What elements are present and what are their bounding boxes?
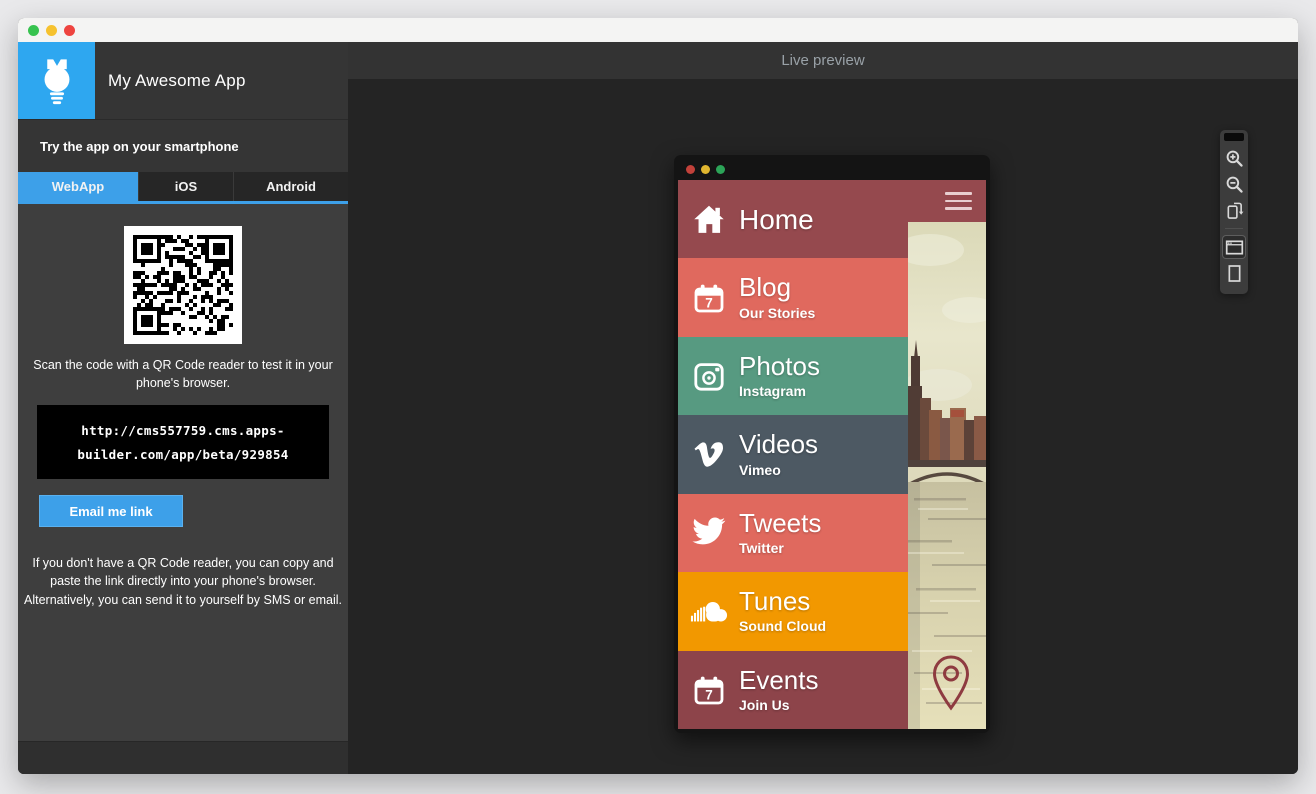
menu-item-title: Videos xyxy=(739,431,818,458)
menu-item-home[interactable]: Home xyxy=(678,180,908,258)
vimeo-icon xyxy=(690,439,728,469)
menu-item-title: Photos xyxy=(739,353,820,380)
menu-item-events[interactable]: 7 Events Join Us xyxy=(678,651,908,729)
traffic-light-green-icon[interactable] xyxy=(28,25,39,36)
scan-instructions: Scan the code with a QR Code reader to t… xyxy=(32,356,334,392)
tab-android[interactable]: Android xyxy=(233,172,348,201)
menu-item-photos[interactable]: Photos Instagram xyxy=(678,337,908,415)
menu-item-subtitle: Twitter xyxy=(739,540,821,556)
phone-mockup: Home 7 Blog Our Stories Photos Instagram Video… xyxy=(674,155,990,733)
twitter-icon xyxy=(690,517,728,548)
menu-item-subtitle: Sound Cloud xyxy=(739,618,826,634)
landscape-view-icon[interactable] xyxy=(1223,236,1245,258)
zoom-out-icon[interactable] xyxy=(1223,173,1245,195)
phone-dot-green-icon xyxy=(716,165,725,174)
menu-item-subtitle: Vimeo xyxy=(739,462,818,478)
preview-toolbar xyxy=(1220,130,1248,294)
menu-item-title: Home xyxy=(739,205,814,234)
app-window: My Awesome App Try the app on your smart… xyxy=(18,18,1298,774)
menu-item-tunes[interactable]: Tunes Sound Cloud xyxy=(678,572,908,650)
traffic-light-yellow-icon[interactable] xyxy=(46,25,57,36)
toolbar-divider xyxy=(1225,228,1243,229)
tab-webapp[interactable]: WebApp xyxy=(18,172,138,201)
phone-dot-red-icon xyxy=(686,165,695,174)
email-me-link-button[interactable]: Email me link xyxy=(39,495,183,527)
platform-tabs: WebAppiOSAndroid xyxy=(18,172,348,201)
instagram-icon xyxy=(690,360,728,392)
rotate-device-icon[interactable] xyxy=(1223,199,1245,221)
app-title: My Awesome App xyxy=(95,71,246,91)
soundcloud-icon xyxy=(690,597,728,625)
live-preview-pane: Live preview xyxy=(348,42,1298,774)
sidebar-header: My Awesome App xyxy=(18,42,348,120)
traffic-light-red-icon[interactable] xyxy=(64,25,75,36)
menu-item-title: Blog xyxy=(739,274,815,301)
sidebar: My Awesome App Try the app on your smart… xyxy=(18,42,348,774)
menu-item-title: Events xyxy=(739,667,819,694)
menu-item-title: Tweets xyxy=(739,510,821,537)
window-titlebar xyxy=(18,18,1298,42)
app-url-line1: http://cms557759.cms.apps- xyxy=(81,423,284,438)
app-url-box: http://cms557759.cms.apps- builder.com/a… xyxy=(37,405,329,479)
menu-item-blog[interactable]: 7 Blog Our Stories xyxy=(678,258,908,336)
phone-menu: Home 7 Blog Our Stories Photos Instagram Video… xyxy=(678,180,908,729)
toolbar-drag-handle[interactable] xyxy=(1224,133,1244,141)
phone-titlebar xyxy=(678,158,986,180)
sidebar-footer xyxy=(18,741,348,774)
phone-screen: Home 7 Blog Our Stories Photos Instagram Video… xyxy=(678,180,986,729)
menu-item-tweets[interactable]: Tweets Twitter xyxy=(678,494,908,572)
menu-item-subtitle: Instagram xyxy=(739,383,820,399)
menu-item-subtitle: Our Stories xyxy=(739,305,815,321)
map-pin-icon[interactable] xyxy=(930,653,972,715)
app-url-line2: builder.com/app/beta/929854 xyxy=(77,447,288,462)
portrait-view-icon[interactable] xyxy=(1223,262,1245,284)
live-preview-title: Live preview xyxy=(348,42,1298,79)
svg-text:7: 7 xyxy=(705,687,713,702)
calendar-icon: 7 xyxy=(690,282,728,314)
menu-item-videos[interactable]: Videos Vimeo xyxy=(678,415,908,493)
preview-background-image xyxy=(908,180,986,729)
menu-item-title: Tunes xyxy=(739,588,826,615)
calendar-icon: 7 xyxy=(690,674,728,706)
qr-help-text: If you don't have a QR Code reader, you … xyxy=(23,554,343,608)
svg-text:7: 7 xyxy=(705,295,713,310)
phone-dot-yellow-icon xyxy=(701,165,710,174)
try-app-text: Try the app on your smartphone xyxy=(18,120,348,172)
tab-ios[interactable]: iOS xyxy=(138,172,233,201)
home-icon xyxy=(690,203,728,235)
app-logo-icon xyxy=(18,42,95,119)
sidebar-body: Scan the code with a QR Code reader to t… xyxy=(18,204,348,741)
zoom-in-icon[interactable] xyxy=(1223,147,1245,169)
hamburger-menu-icon[interactable] xyxy=(945,192,972,215)
menu-item-subtitle: Join Us xyxy=(739,697,819,713)
qr-code xyxy=(124,226,242,344)
